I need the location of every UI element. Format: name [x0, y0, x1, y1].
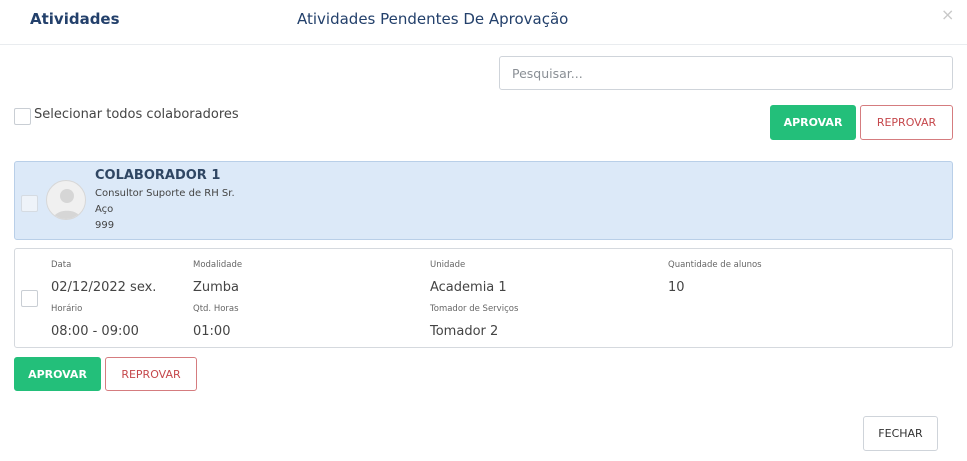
date-label: Data: [51, 260, 72, 270]
modality-label: Modalidade: [193, 260, 243, 270]
unit-label: Unidade: [430, 260, 466, 270]
hours-value: 01:00: [193, 324, 231, 339]
user-avatar-icon: [46, 180, 86, 220]
students-value: 10: [668, 280, 685, 295]
reject-activity-button[interactable]: REPROVAR: [105, 357, 197, 391]
header-divider: [0, 44, 967, 45]
approve-activity-button[interactable]: APROVAR: [14, 357, 101, 391]
provider-label: Tomador de Serviços: [430, 304, 519, 314]
time-value: 08:00 - 09:00: [51, 324, 139, 339]
reject-all-button[interactable]: REPROVAR: [860, 105, 953, 140]
search-input[interactable]: [499, 56, 953, 90]
collaborator-checkbox[interactable]: [21, 195, 38, 212]
approve-all-button[interactable]: APROVAR: [770, 105, 856, 140]
collaborator-code: 999: [95, 220, 115, 231]
close-icon[interactable]: ×: [941, 5, 954, 24]
modality-value: Zumba: [193, 280, 240, 295]
unit-value: Academia 1: [430, 280, 507, 295]
collaborator-unit: Aço: [95, 204, 114, 215]
select-all-checkbox[interactable]: [14, 108, 31, 125]
activity-checkbox[interactable]: [21, 290, 38, 307]
close-button[interactable]: FECHAR: [863, 416, 938, 451]
collaborator-role: Consultor Suporte de RH Sr.: [95, 188, 235, 199]
collaborator-name: COLABORADOR 1: [95, 168, 221, 183]
students-label: Quantidade de alunos: [668, 260, 762, 270]
time-label: Horário: [51, 304, 83, 314]
section-title: Atividades: [30, 10, 120, 28]
date-value: 02/12/2022 sex.: [51, 280, 157, 295]
modal-title: Atividades Pendentes De Aprovação: [297, 10, 569, 28]
hours-label: Qtd. Horas: [193, 304, 239, 314]
provider-value: Tomador 2: [430, 324, 499, 339]
select-all-label: Selecionar todos colaboradores: [34, 107, 239, 122]
